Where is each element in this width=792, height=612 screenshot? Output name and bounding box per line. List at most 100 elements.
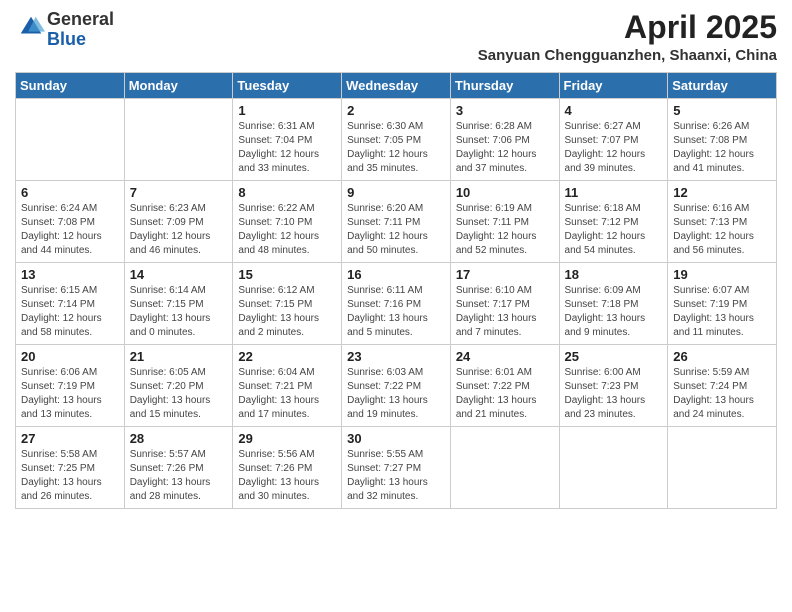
day-info: Sunrise: 6:18 AM Sunset: 7:12 PM Dayligh… [565,202,663,258]
logo-general-text: General [47,9,114,29]
day-number: 10 [456,185,554,200]
day-number: 6 [21,185,119,200]
day-number: 8 [238,185,336,200]
table-row: 24Sunrise: 6:01 AM Sunset: 7:22 PM Dayli… [450,345,559,427]
logo: General Blue [15,10,114,50]
day-info: Sunrise: 6:19 AM Sunset: 7:11 PM Dayligh… [456,202,554,258]
day-number: 5 [673,103,771,118]
table-row: 22 Sunrise: 6:04 AM Sunset: 7:21 PM Dayli… [233,345,342,427]
table-row: 28 Sunrise: 5:57 AM Sunset: 7:26 PM Dayli… [124,427,233,509]
table-row: 15 Sunrise: 6:12 AM Sunset: 7:15 PM Dayli… [233,263,342,345]
table-row [124,99,233,181]
table-row: 20 Sunrise: 6:06 AM Sunset: 7:19 PM Dayli… [16,345,125,427]
table-row: 17 Sunrise: 6:10 AM Sunset: 7:17 PM Dayli… [450,263,559,345]
table-row: 3 Sunrise: 6:28 AM Sunset: 7:06 PM Daylig… [450,99,559,181]
day-number: 12 [673,185,771,200]
day-info: Sunrise: 5:59 AM Sunset: 7:24 PM Dayligh… [673,366,771,422]
day-info: Sunrise: 6:20 AM Sunset: 7:11 PM Dayligh… [347,202,445,258]
logo-icon [17,13,45,41]
day-number: 17 [456,267,554,282]
day-number: 21 [130,349,228,364]
col-sunday: Sunday [16,73,125,99]
day-number: 20 [21,349,119,364]
day-number: 29 [238,431,336,446]
table-row: 27 Sunrise: 5:58 AM Sunset: 7:25 PM Dayli… [16,427,125,509]
day-number: 24 [456,349,554,364]
table-row: 9 Sunrise: 6:20 AM Sunset: 7:11 PM Daylig… [342,181,451,263]
col-monday: Monday [124,73,233,99]
table-row: 21Sunrise: 6:05 AM Sunset: 7:20 PM Dayli… [124,345,233,427]
day-info: Sunrise: 6:23 AM Sunset: 7:09 PM Dayligh… [130,202,228,258]
table-row [668,427,777,509]
day-number: 11 [565,185,663,200]
col-saturday: Saturday [668,73,777,99]
day-number: 7 [130,185,228,200]
table-row: 1Sunrise: 6:31 AM Sunset: 7:04 PM Daylig… [233,99,342,181]
table-row [450,427,559,509]
table-row: 29 Sunrise: 5:56 AM Sunset: 7:26 PM Dayli… [233,427,342,509]
calendar-table: Sunday Monday Tuesday Wednesday Thursday… [15,72,777,509]
day-number: 27 [21,431,119,446]
table-row: 26 Sunrise: 5:59 AM Sunset: 7:24 PM Dayli… [668,345,777,427]
title-block: April 2025 Sanyuan Chengguanzhen, Shaanx… [478,10,777,64]
table-row: 18Sunrise: 6:09 AM Sunset: 7:18 PM Dayli… [559,263,668,345]
day-info: Sunrise: 6:11 AM Sunset: 7:16 PM Dayligh… [347,284,445,340]
table-row: 12 Sunrise: 6:16 AM Sunset: 7:13 PM Dayli… [668,181,777,263]
calendar-week-row: 20 Sunrise: 6:06 AM Sunset: 7:19 PM Dayli… [16,345,777,427]
day-number: 23 [347,349,445,364]
day-info: Sunrise: 6:14 AM Sunset: 7:15 PM Dayligh… [130,284,228,340]
table-row: 10 Sunrise: 6:19 AM Sunset: 7:11 PM Dayli… [450,181,559,263]
calendar-header-row: Sunday Monday Tuesday Wednesday Thursday… [16,73,777,99]
day-number: 26 [673,349,771,364]
day-number: 30 [347,431,445,446]
table-row: 23 Sunrise: 6:03 AM Sunset: 7:22 PM Dayli… [342,345,451,427]
table-row: 4Sunrise: 6:27 AM Sunset: 7:07 PM Daylig… [559,99,668,181]
day-number: 13 [21,267,119,282]
table-row: 11 Sunrise: 6:18 AM Sunset: 7:12 PM Dayli… [559,181,668,263]
day-info: Sunrise: 5:58 AM Sunset: 7:25 PM Dayligh… [21,448,119,504]
table-row: 8 Sunrise: 6:22 AM Sunset: 7:10 PM Daylig… [233,181,342,263]
calendar-title: April 2025 [478,10,777,45]
calendar-week-row: 13 Sunrise: 6:15 AM Sunset: 7:14 PM Dayli… [16,263,777,345]
table-row: 14 Sunrise: 6:14 AM Sunset: 7:15 PM Dayli… [124,263,233,345]
logo-blue-text: Blue [47,29,86,49]
day-number: 9 [347,185,445,200]
day-number: 1 [238,103,336,118]
col-thursday: Thursday [450,73,559,99]
day-info: Sunrise: 6:04 AM Sunset: 7:21 PM Dayligh… [238,366,336,422]
day-info: Sunrise: 6:30 AM Sunset: 7:05 PM Dayligh… [347,120,445,176]
day-number: 15 [238,267,336,282]
calendar-subtitle: Sanyuan Chengguanzhen, Shaanxi, China [478,47,777,64]
day-number: 3 [456,103,554,118]
day-number: 28 [130,431,228,446]
day-info: Sunrise: 6:27 AM Sunset: 7:07 PM Dayligh… [565,120,663,176]
header: General Blue April 2025 Sanyuan Chenggua… [15,10,777,64]
col-wednesday: Wednesday [342,73,451,99]
day-info: Sunrise: 6:24 AM Sunset: 7:08 PM Dayligh… [21,202,119,258]
col-tuesday: Tuesday [233,73,342,99]
day-info: Sunrise: 6:00 AM Sunset: 7:23 PM Dayligh… [565,366,663,422]
day-number: 22 [238,349,336,364]
day-info: Sunrise: 6:15 AM Sunset: 7:14 PM Dayligh… [21,284,119,340]
day-info: Sunrise: 6:07 AM Sunset: 7:19 PM Dayligh… [673,284,771,340]
day-info: Sunrise: 5:56 AM Sunset: 7:26 PM Dayligh… [238,448,336,504]
day-info: Sunrise: 6:28 AM Sunset: 7:06 PM Dayligh… [456,120,554,176]
day-info: Sunrise: 6:16 AM Sunset: 7:13 PM Dayligh… [673,202,771,258]
day-info: Sunrise: 6:06 AM Sunset: 7:19 PM Dayligh… [21,366,119,422]
table-row: 30Sunrise: 5:55 AM Sunset: 7:27 PM Dayli… [342,427,451,509]
day-number: 16 [347,267,445,282]
day-info: Sunrise: 5:57 AM Sunset: 7:26 PM Dayligh… [130,448,228,504]
day-number: 2 [347,103,445,118]
page: General Blue April 2025 Sanyuan Chenggua… [0,0,792,612]
calendar-week-row: 27 Sunrise: 5:58 AM Sunset: 7:25 PM Dayli… [16,427,777,509]
day-number: 14 [130,267,228,282]
day-info: Sunrise: 6:10 AM Sunset: 7:17 PM Dayligh… [456,284,554,340]
calendar-week-row: 1Sunrise: 6:31 AM Sunset: 7:04 PM Daylig… [16,99,777,181]
day-number: 19 [673,267,771,282]
day-info: Sunrise: 6:22 AM Sunset: 7:10 PM Dayligh… [238,202,336,258]
calendar-week-row: 6 Sunrise: 6:24 AM Sunset: 7:08 PM Daylig… [16,181,777,263]
day-info: Sunrise: 6:12 AM Sunset: 7:15 PM Dayligh… [238,284,336,340]
table-row: 13 Sunrise: 6:15 AM Sunset: 7:14 PM Dayli… [16,263,125,345]
day-info: Sunrise: 6:03 AM Sunset: 7:22 PM Dayligh… [347,366,445,422]
table-row: 25Sunrise: 6:00 AM Sunset: 7:23 PM Dayli… [559,345,668,427]
